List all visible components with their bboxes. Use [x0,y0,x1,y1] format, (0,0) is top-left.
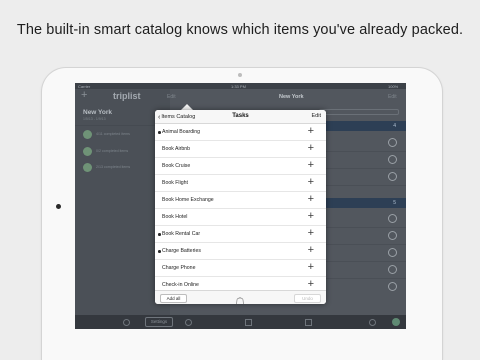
avatar [83,146,92,156]
catalog-item-label: Book Rental Car [162,231,201,237]
catalog-item[interactable]: Book Airbnb + [155,141,326,158]
completed-count: 4/11 completed items [96,132,130,136]
detail-edit-button[interactable]: Edit [388,94,397,100]
add-circle-icon[interactable] [185,319,192,326]
catalog-item-label: Check-in Online [162,282,199,288]
check-circle[interactable] [388,138,397,147]
items-catalog-popover: ‹Items Catalog Tasks Edit Animal Boardin… [155,110,326,304]
catalog-item[interactable]: Book Rental Car + [155,226,326,243]
trip-name: New York [83,109,113,116]
plus-icon[interactable]: + [308,143,314,154]
check-circle[interactable] [388,172,397,181]
settings-button[interactable]: Settings [145,317,173,327]
catalog-item[interactable]: Animal Boarding + [155,124,326,141]
help-icon[interactable] [123,319,130,326]
add-trip-icon[interactable]: + [81,90,87,101]
completed-count: 2/13 completed items [96,165,131,169]
list-icon[interactable] [305,319,312,326]
check-circle[interactable] [388,265,397,274]
profile-avatar[interactable] [392,318,400,326]
app-logo: triplist [113,91,141,101]
popover-title: Tasks [232,113,249,119]
catalog-item-label: Book Airbnb [162,146,190,152]
plus-icon[interactable]: + [308,177,314,188]
trip-dates: 1/5/13 - 1/9/13 [83,117,106,121]
check-circle[interactable] [388,282,397,291]
plus-icon[interactable]: + [308,160,314,171]
undo-button[interactable]: Undo [294,294,321,303]
check-circle[interactable] [388,231,397,240]
popover-edit-button[interactable]: Edit [312,113,321,119]
check-circle[interactable] [388,214,397,223]
plus-icon[interactable]: + [308,228,314,239]
catalog-list: Animal Boarding + Book Airbnb + Book Cru… [155,124,326,290]
catalog-item[interactable]: Book Flight + [155,175,326,192]
plus-icon[interactable]: + [308,279,314,290]
trip-traveler-row[interactable]: 0/2 completed items [83,144,128,158]
marketing-caption: The built-in smart catalog knows which i… [16,22,464,38]
catalog-item-label: Book Hotel [162,214,188,220]
popover-footer: Add all Undo [155,290,326,304]
packed-indicator [158,131,161,134]
plus-icon[interactable]: + [308,194,314,205]
catalog-item-label: Animal Boarding [162,129,201,135]
book-icon[interactable] [245,319,252,326]
popover-header: ‹Items Catalog Tasks Edit [155,110,326,124]
trip-traveler-row[interactable]: 4/11 completed items [83,127,130,141]
category-count: 5 [393,200,396,206]
camera-dot [238,73,242,77]
plus-icon[interactable]: + [308,245,314,256]
plus-icon[interactable]: + [308,211,314,222]
catalog-item[interactable]: Book Cruise + [155,158,326,175]
completed-count: 0/2 completed items [96,149,129,153]
plus-icon[interactable]: + [308,262,314,273]
catalog-item-label: Book Home Exchange [162,197,214,203]
sidebar-edit-button[interactable]: Edit [167,94,176,100]
check-circle[interactable] [388,155,397,164]
trip-traveler-row[interactable]: 2/13 completed items [83,160,130,174]
catalog-item-label: Book Flight [162,180,188,186]
category-count: 4 [393,123,396,129]
check-circle[interactable] [388,248,397,257]
avatar [83,162,92,172]
avatar [83,129,92,139]
catalog-item[interactable]: Book Home Exchange + [155,192,326,209]
catalog-item[interactable]: Charge Batteries + [155,243,326,260]
catalog-item-label: Book Cruise [162,163,191,169]
catalog-item-label: Charge Batteries [162,248,201,254]
plus-icon[interactable]: + [308,126,314,137]
trip-detail-title: New York [279,94,304,100]
packed-indicator [158,250,161,253]
side-sensor [56,204,61,209]
packed-indicator [158,233,161,236]
bag-icon[interactable] [235,293,245,304]
add-all-button[interactable]: Add all [160,294,187,303]
catalog-item-label: Charge Phone [162,265,196,271]
share-icon[interactable] [369,319,376,326]
catalog-item[interactable]: Book Hotel + [155,209,326,226]
trip-item-new-york[interactable]: New York 1/5/13 - 1/9/13 [83,109,112,121]
catalog-item[interactable]: Charge Phone + [155,260,326,277]
items-segmented-control[interactable] [319,109,399,115]
